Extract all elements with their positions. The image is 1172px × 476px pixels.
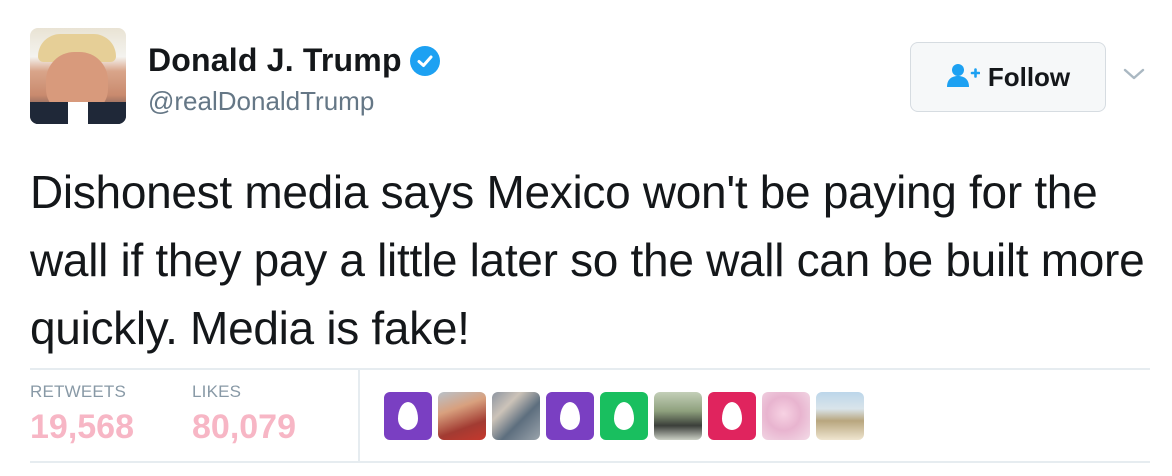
follow-button[interactable]: Follow: [910, 42, 1106, 112]
egg-icon: [398, 402, 418, 430]
stats-divider-bottom: [30, 461, 1150, 463]
liker-avatar-egg[interactable]: [546, 392, 594, 440]
name-row: Donald J. Trump: [148, 42, 440, 79]
liker-avatar-egg[interactable]: [600, 392, 648, 440]
likes-label: LIKES: [192, 382, 242, 401]
avatar[interactable]: [30, 28, 126, 124]
chevron-down-icon[interactable]: [1122, 66, 1146, 82]
liker-avatar-photo[interactable]: [654, 392, 702, 440]
liker-avatar-egg[interactable]: [384, 392, 432, 440]
tweet-text: Dishonest media says Mexico won't be pay…: [30, 166, 1145, 354]
tweet-header: Donald J. Trump @realDonaldTrump Follow: [30, 28, 1160, 128]
verified-badge-icon: [409, 45, 440, 76]
liker-avatar-photo[interactable]: [438, 392, 486, 440]
user-name[interactable]: Donald J. Trump: [148, 42, 402, 79]
retweets-stat[interactable]: RETWEETS 19,568: [30, 382, 134, 447]
liker-avatars: [384, 392, 864, 440]
retweets-label: RETWEETS: [30, 382, 127, 401]
liker-avatar-photo[interactable]: [762, 392, 810, 440]
egg-icon: [560, 402, 580, 430]
liker-avatar-egg[interactable]: [708, 392, 756, 440]
egg-icon: [614, 402, 634, 430]
liker-avatar-photo[interactable]: [816, 392, 864, 440]
egg-icon: [722, 402, 742, 430]
stats-divider-top: [30, 368, 1150, 370]
follow-button-label: Follow: [987, 61, 1071, 92]
liker-avatar-photo[interactable]: [492, 392, 540, 440]
add-user-icon: [946, 62, 981, 93]
stats-vertical-divider: [358, 370, 360, 462]
likes-stat[interactable]: LIKES 80,079: [192, 382, 296, 447]
likes-count: 80,079: [192, 408, 296, 446]
retweets-count: 19,568: [30, 408, 134, 446]
user-handle[interactable]: @realDonaldTrump: [148, 86, 374, 117]
